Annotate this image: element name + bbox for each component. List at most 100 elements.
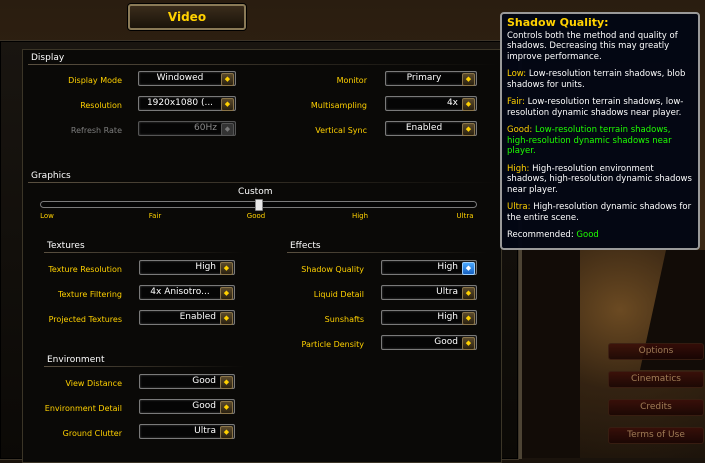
graphics-quality-slider[interactable] — [40, 199, 477, 211]
tooltip-high-key: High: — [507, 163, 530, 174]
liquid-detail-label: Liquid Detail — [313, 290, 364, 299]
multisampling-label: Multisampling — [310, 101, 367, 110]
tooltip-good: Good: Low-resolution terrain shadows, hi… — [507, 125, 693, 157]
dropdown-arrow-icon[interactable]: ◆ — [462, 262, 475, 275]
slider-thumb[interactable] — [255, 199, 263, 211]
shadow-quality-dropdown[interactable]: High ◆ — [381, 260, 477, 275]
monitor-value: Primary — [406, 73, 442, 83]
tooltip-fair-key: Fair: — [507, 97, 525, 107]
resolution-label: Resolution — [80, 101, 122, 110]
tooltip-recommended: Recommended: Good — [507, 230, 693, 241]
tooltip-high: High: High-resolution environment shadow… — [507, 164, 693, 196]
tick-fair: Fair — [148, 212, 162, 220]
options-button[interactable]: Options — [608, 343, 704, 360]
tooltip-good-key: Good: — [507, 125, 533, 135]
textures-heading: Textures — [47, 241, 85, 251]
graphics-heading: Graphics — [31, 171, 71, 181]
environment-detail-label: Environment Detail — [44, 404, 122, 413]
tooltip-ultra-key: Ultra: — [507, 202, 531, 212]
environment-divider — [44, 366, 244, 367]
sunshafts-value: High — [437, 312, 458, 322]
dropdown-arrow-icon[interactable]: ◆ — [220, 312, 233, 325]
dropdown-arrow-icon[interactable]: ◆ — [220, 426, 233, 439]
options-content — [22, 49, 502, 463]
tooltip-low-text: Low-resolution terrain shadows, blob sha… — [507, 69, 686, 90]
ground-clutter-value: Ultra — [194, 426, 216, 436]
ground-clutter-label: Ground Clutter — [62, 429, 122, 438]
tick-good: Good — [246, 212, 266, 220]
tooltip-recommended-value: Good — [576, 230, 599, 240]
projected-textures-label: Projected Textures — [48, 315, 122, 324]
texture-resolution-value: High — [195, 262, 216, 272]
refresh-rate-dropdown: 60Hz ◆ — [138, 121, 236, 136]
resolution-value: 1920x1080 (... — [146, 98, 214, 108]
shadow-quality-value: High — [437, 262, 458, 272]
liquid-detail-dropdown[interactable]: Ultra ◆ — [381, 285, 477, 300]
texture-resolution-label: Texture Resolution — [48, 265, 122, 274]
dropdown-arrow-icon[interactable]: ◆ — [220, 376, 233, 389]
dropdown-arrow-icon: ◆ — [221, 123, 234, 136]
particle-density-value: Good — [434, 337, 458, 347]
shadow-quality-tooltip: Shadow Quality: Controls both the method… — [500, 12, 700, 250]
display-mode-dropdown[interactable]: Windowed ◆ — [138, 71, 236, 86]
dropdown-arrow-icon[interactable]: ◆ — [220, 262, 233, 275]
sunshafts-dropdown[interactable]: High ◆ — [381, 310, 477, 325]
textures-divider — [44, 252, 244, 253]
tooltip-high-text: High-resolution environment shadows, hig… — [507, 163, 692, 195]
dropdown-arrow-icon[interactable]: ◆ — [462, 73, 475, 86]
dropdown-arrow-icon[interactable]: ◆ — [462, 312, 475, 325]
effects-divider — [287, 252, 487, 253]
dropdown-arrow-icon[interactable]: ◆ — [462, 123, 475, 136]
tooltip-low: Low: Low-resolution terrain shadows, blo… — [507, 69, 693, 90]
resolution-dropdown[interactable]: 1920x1080 (... ◆ — [138, 96, 236, 111]
sunshafts-label: Sunshafts — [324, 315, 364, 324]
particle-density-dropdown[interactable]: Good ◆ — [381, 335, 477, 350]
tooltip-title: Shadow Quality: — [507, 16, 609, 29]
tick-low: Low — [40, 212, 54, 220]
display-mode-label: Display Mode — [68, 76, 122, 85]
shadow-quality-label: Shadow Quality — [301, 265, 364, 274]
tooltip-fair: Fair: Low-resolution terrain shadows, lo… — [507, 97, 693, 118]
display-mode-value: Windowed — [156, 73, 204, 83]
cinematics-button[interactable]: Cinematics — [608, 371, 704, 388]
dropdown-arrow-icon[interactable]: ◆ — [462, 337, 475, 350]
display-heading: Display — [31, 53, 65, 63]
credits-button[interactable]: Credits — [608, 399, 704, 416]
tick-ultra: Ultra — [456, 212, 474, 220]
graphics-preset-label: Custom — [238, 187, 273, 197]
tick-high: High — [351, 212, 369, 220]
ground-clutter-dropdown[interactable]: Ultra ◆ — [139, 424, 235, 439]
terms-of-use-button[interactable]: Terms of Use — [608, 427, 704, 444]
tooltip-ultra: Ultra: High-resolution dynamic shadows f… — [507, 202, 693, 223]
environment-heading: Environment — [47, 355, 105, 365]
environment-detail-dropdown[interactable]: Good ◆ — [139, 399, 235, 414]
projected-textures-dropdown[interactable]: Enabled ◆ — [139, 310, 235, 325]
tooltip-low-key: Low: — [507, 69, 527, 79]
environment-detail-value: Good — [192, 401, 216, 411]
dropdown-arrow-icon[interactable]: ◆ — [220, 401, 233, 414]
tooltip-good-text: Low-resolution terrain shadows, high-res… — [507, 125, 672, 156]
view-distance-value: Good — [192, 376, 216, 386]
dropdown-arrow-icon[interactable]: ◆ — [462, 287, 475, 300]
texture-filtering-value: 4x Anisotro... — [150, 287, 210, 297]
projected-textures-value: Enabled — [179, 312, 216, 322]
vertical-sync-dropdown[interactable]: Enabled ◆ — [385, 121, 477, 136]
view-distance-dropdown[interactable]: Good ◆ — [139, 374, 235, 389]
video-tab-label: Video — [167, 10, 207, 24]
dropdown-arrow-icon[interactable]: ◆ — [220, 287, 233, 300]
dropdown-arrow-icon[interactable]: ◆ — [462, 98, 475, 111]
multisampling-dropdown[interactable]: 4x ◆ — [385, 96, 477, 111]
multisampling-value: 4x — [446, 98, 458, 108]
tooltip-recommended-key: Recommended: — [507, 230, 574, 240]
refresh-rate-label: Refresh Rate — [70, 126, 122, 135]
monitor-label: Monitor — [336, 76, 367, 85]
dropdown-arrow-icon[interactable]: ◆ — [221, 98, 234, 111]
dropdown-arrow-icon[interactable]: ◆ — [221, 73, 234, 86]
texture-filtering-label: Texture Filtering — [57, 290, 122, 299]
refresh-rate-value: 60Hz — [194, 123, 217, 133]
texture-resolution-dropdown[interactable]: High ◆ — [139, 260, 235, 275]
tooltip-fair-text: Low-resolution terrain shadows, low-reso… — [507, 97, 684, 118]
texture-filtering-dropdown[interactable]: 4x Anisotro... ◆ — [139, 285, 235, 300]
video-tab[interactable]: Video — [128, 4, 246, 30]
monitor-dropdown[interactable]: Primary ◆ — [385, 71, 477, 86]
